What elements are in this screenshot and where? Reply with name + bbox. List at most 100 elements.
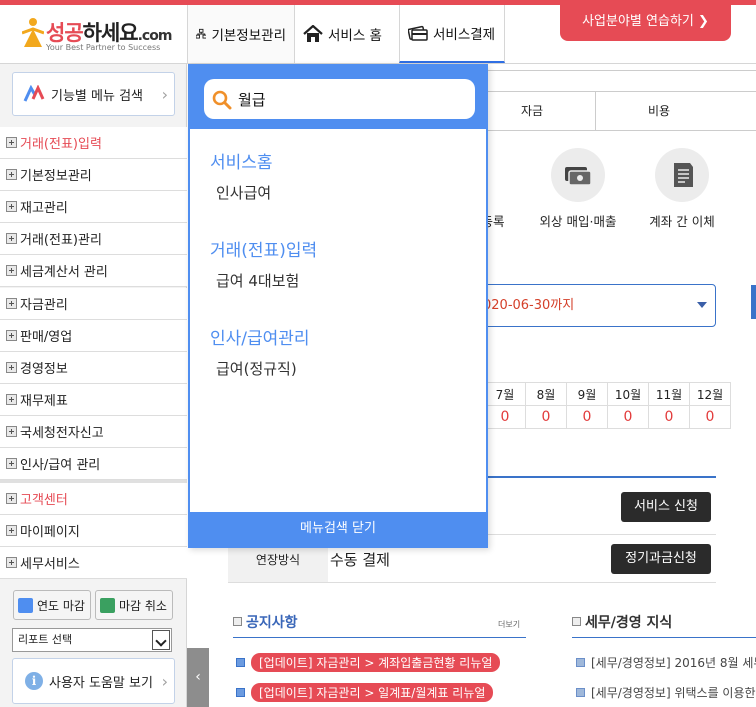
month-value: 0 bbox=[566, 405, 608, 429]
regular-billing-button[interactable]: 정기과금신청 bbox=[611, 544, 711, 574]
sidebar-item-label: 마이페이지 bbox=[20, 525, 80, 540]
month-value: 0 bbox=[607, 405, 649, 429]
plus-icon bbox=[6, 393, 17, 405]
menu-search-input[interactable] bbox=[204, 79, 475, 119]
logo-domain: .com bbox=[137, 28, 173, 44]
close-year-label: 연도 마감 bbox=[37, 598, 85, 613]
service-apply-button[interactable]: 서비스 신청 bbox=[621, 492, 711, 522]
scroll-edge bbox=[751, 285, 756, 319]
sidebar-item[interactable]: 세무서비스 bbox=[0, 547, 187, 579]
month-value: 0 bbox=[484, 405, 526, 429]
knowledge-item[interactable]: [세무/경영정보] 2016년 8월 세무 bbox=[576, 652, 756, 672]
sidebar-item-label: 거래(전표)관리 bbox=[20, 233, 102, 249]
bullet-icon bbox=[236, 687, 245, 697]
result-group-hr-payroll: 인사/급여관리 bbox=[210, 329, 310, 349]
month-header: 9월 bbox=[566, 382, 608, 406]
result-item-payroll-regular[interactable]: 급여(정규직) bbox=[216, 358, 297, 379]
plus-icon bbox=[6, 233, 17, 245]
month-header: 8월 bbox=[525, 382, 567, 406]
close-menu-search-button[interactable]: 메뉴검색 닫기 bbox=[190, 512, 486, 546]
topnav-service-payment-label: 서비스결제 bbox=[433, 27, 496, 43]
menu-search-panel: 서비스홈 인사급여 거래(전표)입력 급여 4대보험 인사/급여관리 급여(정규… bbox=[188, 64, 488, 548]
sidebar-item[interactable]: 거래(전표)입력 bbox=[0, 127, 187, 159]
notice-title[interactable]: 공지사항 bbox=[233, 612, 298, 632]
money-exchange-icon bbox=[551, 148, 605, 202]
sidebar-item[interactable]: 고객센터 bbox=[0, 483, 187, 515]
sidebar-item[interactable]: 기본정보관리 bbox=[0, 159, 187, 192]
plus-icon bbox=[6, 458, 17, 469]
sidebar-item[interactable]: 자금관리 bbox=[0, 287, 187, 320]
quick-credit-trade[interactable]: 외상 매입·매출 bbox=[533, 148, 623, 230]
month-header: 11월 bbox=[648, 382, 690, 406]
plus-icon bbox=[6, 297, 17, 309]
square-bullet-icon bbox=[233, 617, 242, 626]
notice-item[interactable]: [업데이트] 자금관리 > 일계표/월계표 리뉴얼 bbox=[236, 682, 494, 702]
report-select-value: 리포트 선택 bbox=[18, 633, 73, 646]
month-value: 0 bbox=[689, 405, 731, 429]
sidebar-item[interactable]: 인사/급여 관리 bbox=[0, 448, 187, 480]
logo-tagline: Your Best Partner to Success bbox=[46, 43, 161, 52]
knowledge-title-text: 세무/경영 지식 bbox=[585, 615, 673, 631]
dropdown-arrow-icon bbox=[697, 302, 707, 308]
topnav-basic-info[interactable]: 기본정보관리 bbox=[187, 5, 294, 63]
month-value: 0 bbox=[525, 405, 567, 429]
month-header: 10월 bbox=[607, 382, 649, 406]
topnav-service-payment[interactable]: 서비스결제 bbox=[399, 5, 505, 63]
quick-account-transfer[interactable]: 계좌 간 이체 bbox=[637, 148, 727, 230]
plus-icon bbox=[6, 361, 17, 373]
divider bbox=[572, 637, 756, 638]
sidebar-item[interactable]: 판매/영업 bbox=[0, 319, 187, 352]
result-item-hr-payroll[interactable]: 인사급여 bbox=[216, 182, 271, 203]
close-year-button[interactable]: 연도 마감 bbox=[13, 590, 91, 620]
sidebar-item[interactable]: 재무제표 bbox=[0, 383, 187, 416]
knowledge-title[interactable]: 세무/경영 지식 bbox=[572, 612, 672, 632]
notice-title-text: 공지사항 bbox=[246, 615, 298, 631]
month-header: 7월 bbox=[484, 382, 526, 406]
plus-icon bbox=[6, 557, 17, 568]
sidebar-item-label: 인사/급여 관리 bbox=[20, 458, 101, 473]
plus-icon bbox=[6, 265, 17, 277]
logo-brand: 하세요 bbox=[82, 21, 139, 45]
sidebar-item[interactable]: 거래(전표)관리 bbox=[0, 223, 187, 256]
sidebar-item[interactable]: 마이페이지 bbox=[0, 515, 187, 547]
bullet-icon bbox=[576, 687, 585, 697]
result-item-payroll-insurance[interactable]: 급여 4대보험 bbox=[216, 270, 299, 291]
result-group-transaction-input: 거래(전표)입력 bbox=[210, 241, 318, 261]
knowledge-item[interactable]: [세무/경영정보] 위택스를 이용한 bbox=[576, 682, 756, 702]
monthly-table: 7월 8월 9월 10월 11월 12월 000000 bbox=[484, 382, 731, 429]
top-header: 성공하세요.com Your Best Partner to Success 기… bbox=[0, 0, 756, 64]
plus-icon bbox=[6, 137, 17, 148]
home-icon bbox=[303, 25, 323, 42]
chevron-right-icon: › bbox=[161, 85, 168, 104]
menu-search-button[interactable]: 기능별 메뉴 검색 › bbox=[12, 72, 175, 116]
summary-tabs: 자금 비용 bbox=[468, 91, 756, 131]
info-icon: i bbox=[25, 672, 43, 690]
quick-account-transfer-label: 계좌 간 이체 bbox=[649, 214, 715, 229]
menu-search-label: 기능별 메뉴 검색 bbox=[51, 88, 143, 104]
tab-costs[interactable]: 비용 bbox=[595, 92, 722, 130]
cancel-close-label: 마감 취소 bbox=[119, 598, 167, 613]
square-bullet-icon bbox=[572, 617, 581, 626]
notice-item[interactable]: [업데이트] 자금관리 > 계좌입출금현황 리뉴얼 bbox=[236, 652, 501, 672]
month-header: 12월 bbox=[689, 382, 731, 406]
topnav-service-home[interactable]: 서비스 홈 bbox=[294, 5, 399, 63]
register-icon bbox=[486, 148, 540, 202]
sidebar-item[interactable]: 세금계산서 관리 bbox=[0, 255, 187, 288]
plus-icon bbox=[6, 201, 17, 213]
divider bbox=[233, 637, 526, 638]
cancel-close-button[interactable]: 마감 취소 bbox=[95, 590, 173, 620]
knowledge-item-text: [세무/경영정보] 위택스를 이용한 bbox=[591, 685, 756, 700]
notice-more-link[interactable]: 더보기 bbox=[498, 619, 520, 630]
report-select[interactable]: 리포트 선택 bbox=[12, 628, 172, 652]
sidebar-item[interactable]: 재고관리 bbox=[0, 191, 187, 224]
sidebar-item[interactable]: 경영정보 bbox=[0, 351, 187, 384]
practice-by-industry-button[interactable]: 사업분야별 연습하기 ❯ bbox=[560, 5, 731, 41]
user-help-label: 사용자 도움말 보기 bbox=[49, 675, 153, 691]
plus-icon bbox=[6, 493, 17, 504]
logo-brand-first: 성공 bbox=[46, 21, 84, 45]
sidebar-item[interactable]: 국세청전자신고 bbox=[0, 415, 187, 448]
menu-search-logo-icon bbox=[23, 85, 45, 102]
site-logo[interactable]: 성공하세요.com Your Best Partner to Success bbox=[22, 15, 172, 59]
sidebar-item-label: 판매/영업 bbox=[20, 329, 73, 345]
user-help-button[interactable]: i 사용자 도움말 보기 › bbox=[12, 658, 175, 704]
